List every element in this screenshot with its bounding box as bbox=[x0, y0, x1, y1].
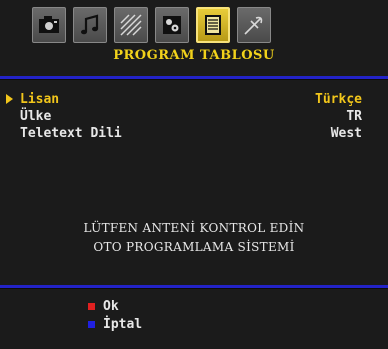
tab-sound[interactable] bbox=[73, 7, 107, 43]
separator-line bbox=[0, 285, 388, 288]
button-legend: Ok İptal bbox=[0, 289, 388, 349]
setting-label: Ülke bbox=[20, 109, 52, 124]
setting-row-lisan[interactable]: Lisan Türkçe bbox=[6, 92, 362, 108]
tab-feature[interactable] bbox=[114, 7, 148, 43]
separator-line bbox=[0, 76, 388, 79]
satellite-icon bbox=[244, 16, 263, 35]
setting-label: Lisan bbox=[20, 92, 60, 107]
setting-value: TR bbox=[346, 109, 362, 124]
setting-value: Türkçe bbox=[315, 92, 362, 107]
red-button-icon bbox=[88, 303, 95, 310]
cancel-label: İptal bbox=[103, 317, 143, 332]
pattern-icon bbox=[120, 14, 142, 36]
selection-arrow-icon bbox=[6, 94, 13, 104]
ok-legend[interactable]: Ok bbox=[88, 299, 119, 314]
tab-settings[interactable] bbox=[155, 7, 189, 43]
setting-label: Teletext Dili bbox=[20, 126, 122, 141]
auto-program-notice: OTO PROGRAMLAMA SİSTEMİ bbox=[93, 240, 295, 254]
blue-button-icon bbox=[88, 321, 95, 328]
camera-icon bbox=[39, 16, 59, 33]
tab-program-table[interactable] bbox=[196, 7, 230, 43]
antenna-warning: LÜTFEN ANTENİ KONTROL EDİN bbox=[83, 221, 305, 235]
cancel-legend[interactable]: İptal bbox=[88, 317, 142, 332]
settings-icon bbox=[163, 16, 181, 34]
setting-value: West bbox=[330, 126, 362, 141]
settings-panel: Lisan Türkçe Ülke TR Teletext Dili West … bbox=[0, 80, 388, 285]
setting-row-teletext-dili[interactable]: Teletext Dili West bbox=[20, 126, 362, 142]
menu-header: PROGRAM TABLOSU bbox=[0, 0, 388, 76]
tab-picture[interactable] bbox=[32, 7, 66, 43]
setting-row-ulke[interactable]: Ülke TR bbox=[20, 109, 362, 125]
ok-label: Ok bbox=[103, 299, 119, 314]
program-table-icon bbox=[205, 15, 221, 35]
tab-source[interactable] bbox=[237, 7, 271, 43]
menu-tab-bar bbox=[32, 7, 271, 47]
music-note-icon bbox=[81, 14, 99, 35]
menu-title: PROGRAM TABLOSU bbox=[113, 48, 275, 63]
